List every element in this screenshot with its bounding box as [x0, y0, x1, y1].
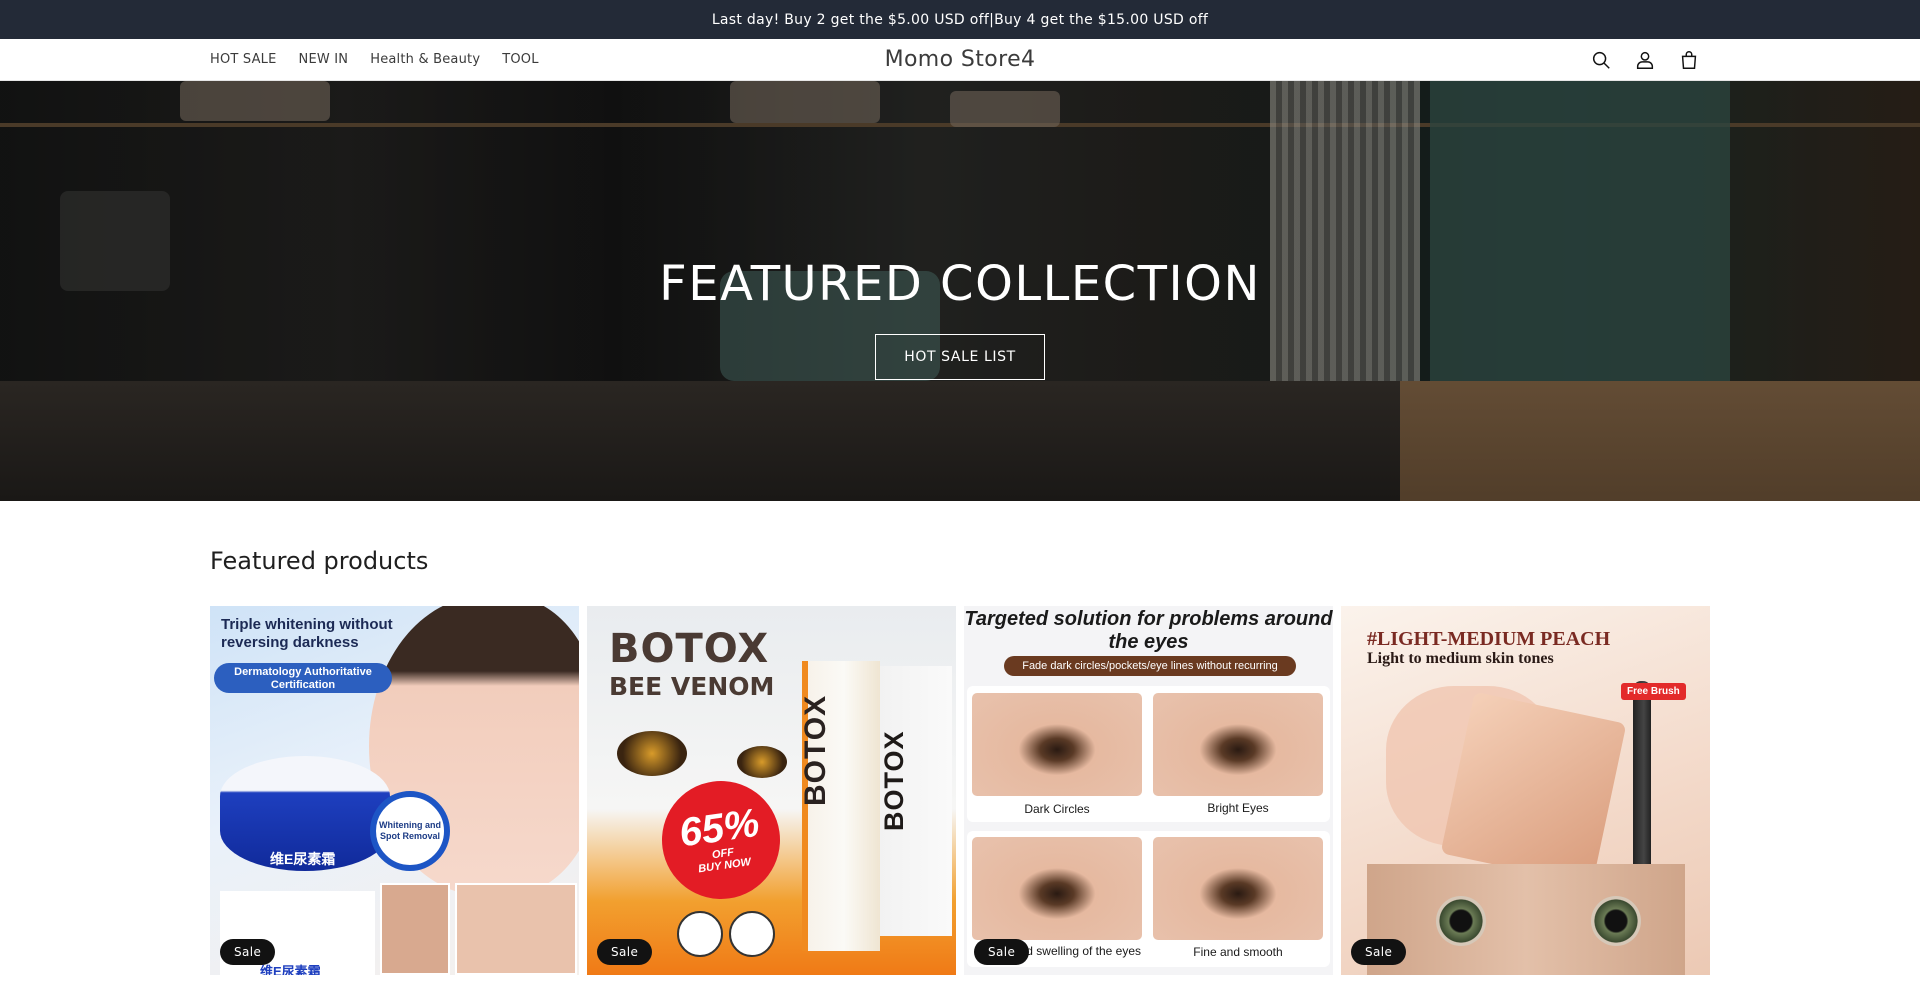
sale-badge: Sale	[597, 939, 653, 965]
compact-image	[1440, 691, 1627, 886]
brand-subtitle: BEE VENOM	[609, 672, 775, 701]
discount-value: 65%	[676, 800, 763, 856]
comparison-label: Bright Eyes	[1207, 801, 1269, 815]
bee-image	[737, 746, 787, 778]
jar-decoration	[730, 81, 880, 123]
store-logo[interactable]: Momo Store4	[885, 47, 1036, 72]
nav-item-health-beauty[interactable]: Health & Beauty	[370, 52, 480, 67]
hot-sale-list-button[interactable]: HOT SALE LIST	[875, 334, 1045, 380]
basket-decoration	[180, 81, 330, 121]
wood-cabinet-decoration	[1400, 381, 1920, 501]
product-grid: Triple whitening without reversing darkn…	[210, 606, 1710, 975]
hero-content: FEATURED COLLECTION HOT SALE LIST	[0, 256, 1920, 380]
box-label: BOTOX	[879, 730, 909, 831]
nav-item-tool[interactable]: TOOL	[502, 52, 538, 67]
benefit-pill: Fade dark circles/pockets/eye lines with…	[1004, 656, 1296, 676]
iris-image	[1591, 896, 1641, 946]
featured-products-title: Featured products	[210, 547, 429, 575]
hero-banner: FEATURED COLLECTION HOT SALE LIST	[0, 81, 1920, 501]
sale-badge: Sale	[974, 939, 1030, 965]
bee-image	[617, 731, 687, 776]
product-card[interactable]: Targeted solution for problems around th…	[964, 606, 1333, 975]
whitening-badge: Whitening and Spot Removal	[370, 791, 450, 871]
site-header: HOT SALE NEW IN Health & Beauty TOOL Mom…	[0, 39, 1920, 81]
iris-image	[1436, 896, 1486, 946]
certification-pill: Dermatology Authoritative Certification	[214, 663, 392, 693]
nav-item-new-in[interactable]: NEW IN	[299, 52, 349, 67]
seal-icon	[677, 911, 723, 957]
announcement-bar: Last day! Buy 2 get the $5.00 USD off|Bu…	[0, 0, 1920, 39]
box-label: 维E尿素霜	[260, 964, 321, 975]
eye-after-image	[1153, 837, 1323, 940]
comparison-label: Fine and smooth	[1193, 945, 1283, 959]
shade-title: #LIGHT-MEDIUM PEACH	[1367, 628, 1611, 650]
eye-before-image	[972, 837, 1142, 940]
free-brush-tag: Free Brush	[1621, 683, 1686, 700]
before-thumbnail	[380, 883, 450, 975]
seal-icon	[729, 911, 775, 957]
cart-icon[interactable]	[1676, 47, 1702, 73]
product-card[interactable]: BOTOX BEE VENOM 65% OFF BUY NOW BOTOX BO…	[587, 606, 956, 975]
account-icon[interactable]	[1632, 47, 1658, 73]
product-card[interactable]: #LIGHT-MEDIUM PEACH Light to medium skin…	[1341, 606, 1710, 975]
buy-now-label: BUY NOW	[697, 856, 752, 876]
tube-label: BOTOX	[799, 694, 832, 806]
product-card[interactable]: Triple whitening without reversing darkn…	[210, 606, 579, 975]
product-headline: Targeted solution for problems around th…	[964, 608, 1333, 653]
jar-label: 维E尿素霜	[270, 851, 336, 867]
comparison-label: Dark Circles	[1024, 802, 1090, 816]
nav-item-hot-sale[interactable]: HOT SALE	[210, 52, 277, 67]
hero-title: FEATURED COLLECTION	[659, 256, 1261, 312]
header-icons	[1588, 39, 1702, 80]
discount-badge: 65% OFF BUY NOW	[654, 773, 788, 907]
sale-badge: Sale	[220, 939, 276, 965]
announcement-text: Last day! Buy 2 get the $5.00 USD off|Bu…	[711, 11, 1209, 28]
main-nav: HOT SALE NEW IN Health & Beauty TOOL	[210, 39, 561, 80]
hand-thumbnail	[455, 883, 577, 975]
search-icon[interactable]	[1588, 47, 1614, 73]
product-headline: Triple whitening without reversing darkn…	[221, 616, 393, 651]
brand-title: BOTOX	[609, 626, 770, 672]
eye-after-image	[1153, 693, 1323, 796]
eye-before-image	[972, 693, 1142, 796]
shade-subtitle: Light to medium skin tones	[1367, 650, 1554, 667]
sale-badge: Sale	[1351, 939, 1407, 965]
mug-decoration	[950, 91, 1060, 127]
